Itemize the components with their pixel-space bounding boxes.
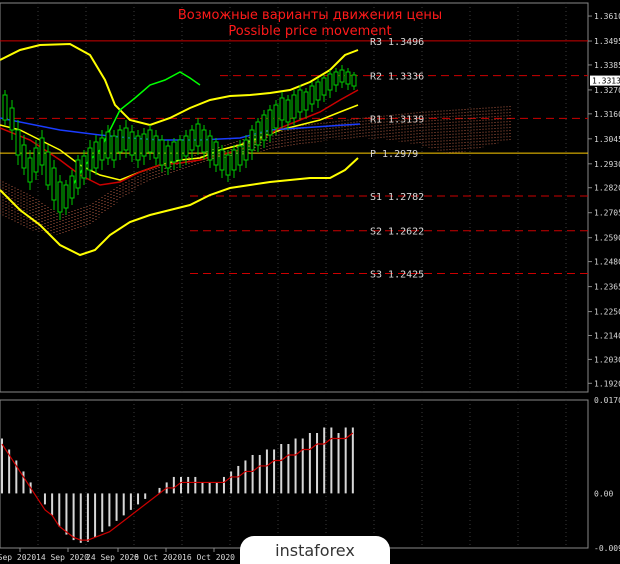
candle-body: [45, 151, 51, 186]
candle-body: [321, 77, 327, 96]
price-tick-label: 1.2365: [594, 283, 620, 292]
candle-body: [201, 129, 207, 153]
price-tick-label: 1.3270: [594, 86, 620, 95]
candle-body: [129, 131, 135, 156]
price-tick-label: 1.2250: [594, 308, 620, 317]
candle-body: [195, 123, 201, 147]
candle-body: [219, 149, 225, 171]
candle-body: [135, 135, 141, 161]
oscillator-signal-line: [1, 432, 354, 541]
candle-body: [2, 94, 8, 121]
candle-body: [267, 109, 273, 136]
candle-body: [93, 141, 99, 169]
price-tick-label: 1.3385: [594, 61, 620, 70]
price-tick-label: 1.2590: [594, 234, 620, 243]
candle-body: [303, 91, 309, 111]
oscillator-tick-label: -0.00994: [594, 544, 620, 553]
candle-body: [207, 135, 213, 161]
candle-body: [189, 129, 195, 151]
candle-body: [309, 85, 315, 105]
candle-body: [147, 129, 153, 153]
price-tick-label: 1.3045: [594, 135, 620, 144]
watermark-text: instaforex: [275, 540, 355, 560]
candle-body: [231, 149, 237, 171]
pivot-level-label: S2 1.2622: [370, 227, 424, 238]
candle-body: [57, 181, 63, 213]
candle-body: [291, 94, 297, 119]
price-tick-label: 1.2820: [594, 184, 620, 193]
candle-body: [15, 129, 21, 156]
oscillator-tick-label: 0.00: [594, 489, 613, 498]
date-tick-label: 24 Sep 2020: [86, 553, 139, 562]
candle-body: [345, 71, 351, 85]
pivot-level-label: S1 1.2782: [370, 192, 424, 203]
candle-body: [111, 135, 117, 161]
candle-body: [27, 157, 33, 183]
pivot-level-label: S3 1.2425: [370, 270, 424, 281]
candle-body: [159, 139, 165, 166]
candle-body: [285, 99, 291, 123]
instaforex-logo: instaforex: [240, 536, 390, 564]
candle-body: [33, 147, 39, 173]
price-tick-label: 1.2705: [594, 209, 620, 218]
candle-body: [315, 81, 321, 101]
price-tick-label: 1.2930: [594, 160, 620, 169]
title-en: Possible price movement: [228, 24, 392, 39]
title-ru: Возможные варианты движения цены: [177, 8, 443, 23]
main-panel-frame: [0, 2, 589, 393]
date-tick-label: 6 Oct 2020: [134, 553, 182, 562]
candle-body: [81, 155, 87, 179]
candle-body: [339, 69, 345, 83]
date-tick-label: 16 Oct 2020: [182, 553, 235, 562]
candle-body: [273, 104, 279, 129]
price-chart: 1.36101.34951.33851.32701.31601.30451.29…: [0, 2, 620, 562]
price-tick-label: 1.1920: [594, 379, 620, 388]
candle-body: [333, 71, 339, 86]
candle-body: [177, 139, 183, 161]
price-tick-label: 1.2030: [594, 355, 620, 364]
candle-body: [279, 97, 285, 121]
candle-body: [213, 141, 219, 166]
current-price-label: 1.3313: [592, 77, 620, 86]
date-tick-label: 2 Sep 2020: [0, 553, 36, 562]
candle-body: [99, 137, 105, 161]
price-tick-label: 1.3160: [594, 110, 620, 119]
candle-body: [327, 73, 333, 91]
price-tick-label: 1.2140: [594, 331, 620, 340]
price-tick-label: 1.2480: [594, 258, 620, 267]
candle-body: [105, 131, 111, 159]
candle-body: [165, 145, 171, 169]
candle-body: [171, 141, 177, 163]
candle-body: [153, 135, 159, 159]
candle-body: [51, 167, 57, 201]
candle-body: [255, 121, 261, 146]
candle-body: [243, 139, 249, 161]
candle-body: [69, 175, 75, 199]
candle-body: [75, 159, 81, 189]
candle-body: [225, 154, 231, 176]
pivot-level-label: P 1.2979: [370, 149, 418, 160]
candle-body: [141, 133, 147, 157]
candle-body: [237, 145, 243, 166]
candle-body: [39, 137, 45, 166]
candle-body: [297, 89, 303, 113]
candle-body: [87, 147, 93, 171]
candle-body: [21, 144, 27, 169]
pivot-level-label: R2 1.3336: [370, 72, 424, 83]
candle-body: [183, 135, 189, 157]
candle-body: [117, 129, 123, 153]
candle-body: [351, 74, 357, 87]
candle-body: [123, 127, 129, 151]
bollinger-upper-band: [0, 42, 359, 127]
candle-body: [9, 107, 15, 131]
candle-body: [249, 129, 255, 151]
candle-body: [261, 114, 267, 141]
date-tick-label: 14 Sep 2020: [36, 553, 89, 562]
oscillator-tick-label: 0.01701: [594, 396, 620, 405]
candle-body: [63, 184, 69, 209]
